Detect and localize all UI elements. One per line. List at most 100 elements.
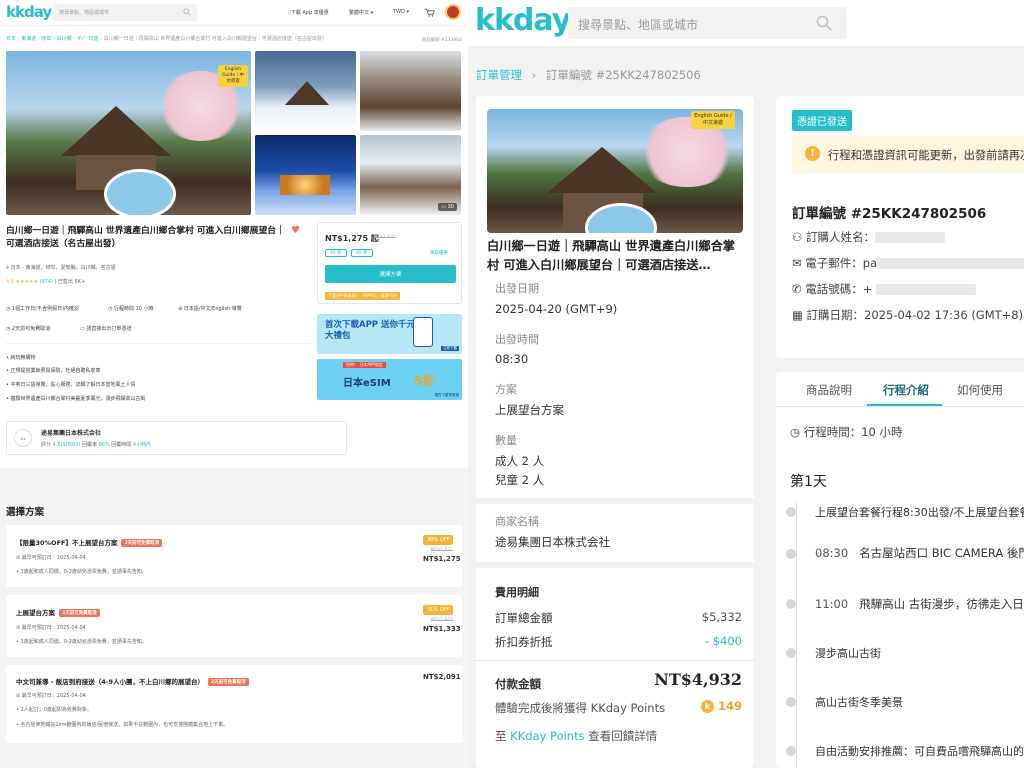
status-badge: 憑證已發送 <box>792 110 852 131</box>
gallery-photo[interactable] <box>255 135 356 215</box>
cancel-icon: ◷ <box>6 326 11 332</box>
highlight-item: • 純玩無購物 <box>6 355 36 361</box>
departure-time-label: 出發時間 <box>495 333 539 346</box>
plan-card[interactable]: 【限量30%OFF】不上展望台方案 2天前可免費取消 ⊘ 最早可預訂日：2025-… <box>6 525 462 587</box>
points-text: 體驗完成後將獲得 KKday Points <box>495 701 666 715</box>
plan-date: ⊘ 最早可預訂日：2025-04-04 <box>16 555 86 561</box>
price: NT$1,275 起 <box>325 234 379 243</box>
tab-how-to-use[interactable]: 如何使用 <box>957 382 1003 398</box>
product-thumbnail[interactable]: English Guide / 中文導遊 <box>487 109 743 233</box>
plan-note: • 3歲起和成人同價，0-2歲幼兒憑票免費，並請事先告知。 <box>16 569 147 575</box>
supplier-card[interactable]: TUI 途易集團日本株式会社 評分 4.6(10560) 回覆率 96% 回覆時… <box>6 421 347 455</box>
plan-name: 中文司兼導 - 飯店到府接送（4-9人小團，不上白川鄉的展望台） <box>16 678 204 686</box>
timeline-text: 高山古街冬季美景 <box>815 696 903 709</box>
user-icon: ⚇ <box>792 230 803 244</box>
kkday-points-link[interactable]: KKday Points <box>510 729 584 743</box>
select-plan-button[interactable]: 選擇方案 <box>325 265 456 283</box>
quantity-child: 兒童 2 人 <box>495 473 545 487</box>
app-download-banner[interactable]: 首次下載APP 送你千元大禮包 立即下載 <box>317 314 462 354</box>
product-title: 白川鄉一日遊｜飛驒高山 世界遺產白川鄉合掌村 可進入白川鄉展望台｜可選酒店接送（… <box>6 226 285 249</box>
mail-icon: ✉ <box>792 256 802 270</box>
plan-price: NT$2,091 <box>423 673 461 681</box>
payment-amount: NT$4,932 <box>654 670 742 689</box>
quantity-label: 數量 <box>495 434 517 447</box>
product-id: 商品編號 #133964 <box>417 37 462 43</box>
supplier-label: 商家名稱 <box>495 515 539 528</box>
search-input[interactable]: 搜尋景點、地區或城市 <box>568 7 847 39</box>
breadcrumb-item[interactable]: 白川鄉 <box>57 36 72 42</box>
timeline-dot <box>786 697 796 707</box>
cart-icon[interactable] <box>425 8 435 17</box>
gallery-photo[interactable]: ▭ 30 <box>360 135 461 215</box>
points-detail-row: 至 KKday Points 查看回饋詳情 <box>495 729 658 743</box>
plan-note: • 3歲起和成人同價，0-2歲幼兒憑票免費，並請事先告知。 <box>16 639 147 645</box>
breadcrumb-item[interactable]: 岐阜 <box>41 36 51 42</box>
gallery-photo[interactable] <box>360 51 461 131</box>
coupon-link[interactable]: 領取優惠 <box>430 250 448 256</box>
pin-icon: ⌾ <box>6 265 10 271</box>
timeline-dot <box>786 746 796 756</box>
highlight-item: • 中英日三語導覽，貼心服務，詳細了解日本當地風土人情 <box>6 382 136 388</box>
phone-icon <box>413 317 433 347</box>
feature-item: ◷ 行程時間 10 小時 <box>108 306 154 312</box>
kkday-logo[interactable]: kkday <box>6 3 52 21</box>
heart-icon[interactable]: ♥ <box>291 225 300 236</box>
photo-count[interactable]: ▭ 30 <box>438 203 457 211</box>
clock-icon: ◷ <box>790 425 801 439</box>
redacted-value <box>876 284 977 295</box>
language-selector[interactable]: 繁體中文 ▾ <box>349 9 373 16</box>
tab-description[interactable]: 商品說明 <box>806 382 852 398</box>
departure-date-label: 出發日期 <box>495 282 539 295</box>
kkday-logo[interactable]: kkday <box>475 3 571 38</box>
product-location: ⌾ 日本 - 東海道，岐阜，愛知縣，白川鄉，名古屋 <box>6 265 116 271</box>
email-row: ✉ 電子郵件：pa <box>792 255 1024 271</box>
day-heading: 第1天 <box>790 474 827 490</box>
feature-item: ▭ 請直接出示訂單憑證 <box>80 326 132 332</box>
globe-icon: ⊕ <box>178 306 183 312</box>
main-photo[interactable]: English Guide / 中文導遊 <box>6 51 251 215</box>
timeline-dot <box>786 648 796 658</box>
top-header: kkday 搜尋景點、地區或城市 ▯下載 App 享優惠 繁體中文 ▾ TWD … <box>0 0 468 26</box>
price-box: NT$1,275 起 NT$1,831 95 折 95 折 領取優惠 選擇方案 … <box>317 222 462 304</box>
original-price: NT$1,831 <box>374 235 396 240</box>
discount-tag: 95 折 <box>351 249 373 257</box>
feature-item: ⊕ 日本語/中文/English 導覽 <box>178 306 242 312</box>
search-icon[interactable] <box>183 8 191 16</box>
app-promo-note: 下載APP會員輸入「APP95」優惠95折 <box>325 292 401 300</box>
gallery-photo[interactable] <box>255 51 356 131</box>
tab-itinerary[interactable]: 行程介紹 <box>883 382 929 398</box>
free-cancel-badge: 2天前可免費取消 <box>207 678 249 686</box>
original-price: NT$1,831 <box>431 548 453 553</box>
avatar[interactable] <box>445 4 461 20</box>
guide-badge: English Guide / 中文導遊 <box>691 111 735 129</box>
breadcrumb-item[interactable]: 訂單管理 <box>476 68 522 82</box>
currency-selector[interactable]: TWD ▾ <box>393 9 409 15</box>
breadcrumb-item[interactable]: 日本 <box>6 36 16 42</box>
rating-row: 4.6 ★★★★★ (974) | 已售出 5K+ <box>6 279 86 285</box>
breadcrumb-item[interactable]: 東海道 <box>21 36 36 42</box>
phone-row: ✆ 電話號碼：+ <box>792 281 977 297</box>
free-cancel-badge: 2天前可免費取消 <box>59 609 100 617</box>
timeline-item: 08:30 名古屋站西口 BIC CAMERA 後門的 <box>815 546 1024 560</box>
plan-name: 【限量30%OFF】不上展望台方案 <box>16 539 118 547</box>
timeline-dot <box>786 599 796 609</box>
departure-time-value: 08:30 <box>495 352 529 366</box>
order-status-card: 憑證已發送 ! 行程和憑證資訊可能更新，出發前請再次 訂單編號 #25KK247… <box>776 96 1024 358</box>
supplier-logo: TUI <box>14 429 32 447</box>
plan-card[interactable]: 上展望台方案 2天前可免費取消 ⊘ 最早可預訂日：2025-04-04 • 3歲起… <box>6 595 462 657</box>
confirm-icon: ◷ <box>6 306 11 312</box>
timeline-text: 自由活動安排推薦：可自費品嚐飛驒高山的 <box>815 745 1024 758</box>
plan-card[interactable]: 中文司兼導 - 飯店到府接送（4-9人小團，不上白川鄉的展望台） 2天前可免費取消… <box>6 665 462 743</box>
esim-banner[interactable]: 限時！ 日本APP限定 日本eSIM 5折 現在下載享優惠 <box>317 359 462 400</box>
breadcrumb-item[interactable]: 半/一日遊 <box>77 36 99 42</box>
search-icon[interactable] <box>816 15 832 31</box>
payment-label: 付款金額 <box>495 677 541 691</box>
original-price: NT$1,943 <box>431 618 453 623</box>
off-badge: 31% OFF <box>423 605 454 615</box>
feature-item: ◷ 2天前可免費取消 <box>6 326 51 332</box>
clock-icon: ◷ <box>108 306 113 312</box>
download-app-link[interactable]: ▯下載 App 享優惠 <box>288 9 329 16</box>
search-input[interactable]: 搜尋景點、地區或城市 <box>53 4 197 21</box>
timeline-text: 漫步高山古街 <box>815 647 881 660</box>
fee-title: 費用明細 <box>495 586 539 599</box>
